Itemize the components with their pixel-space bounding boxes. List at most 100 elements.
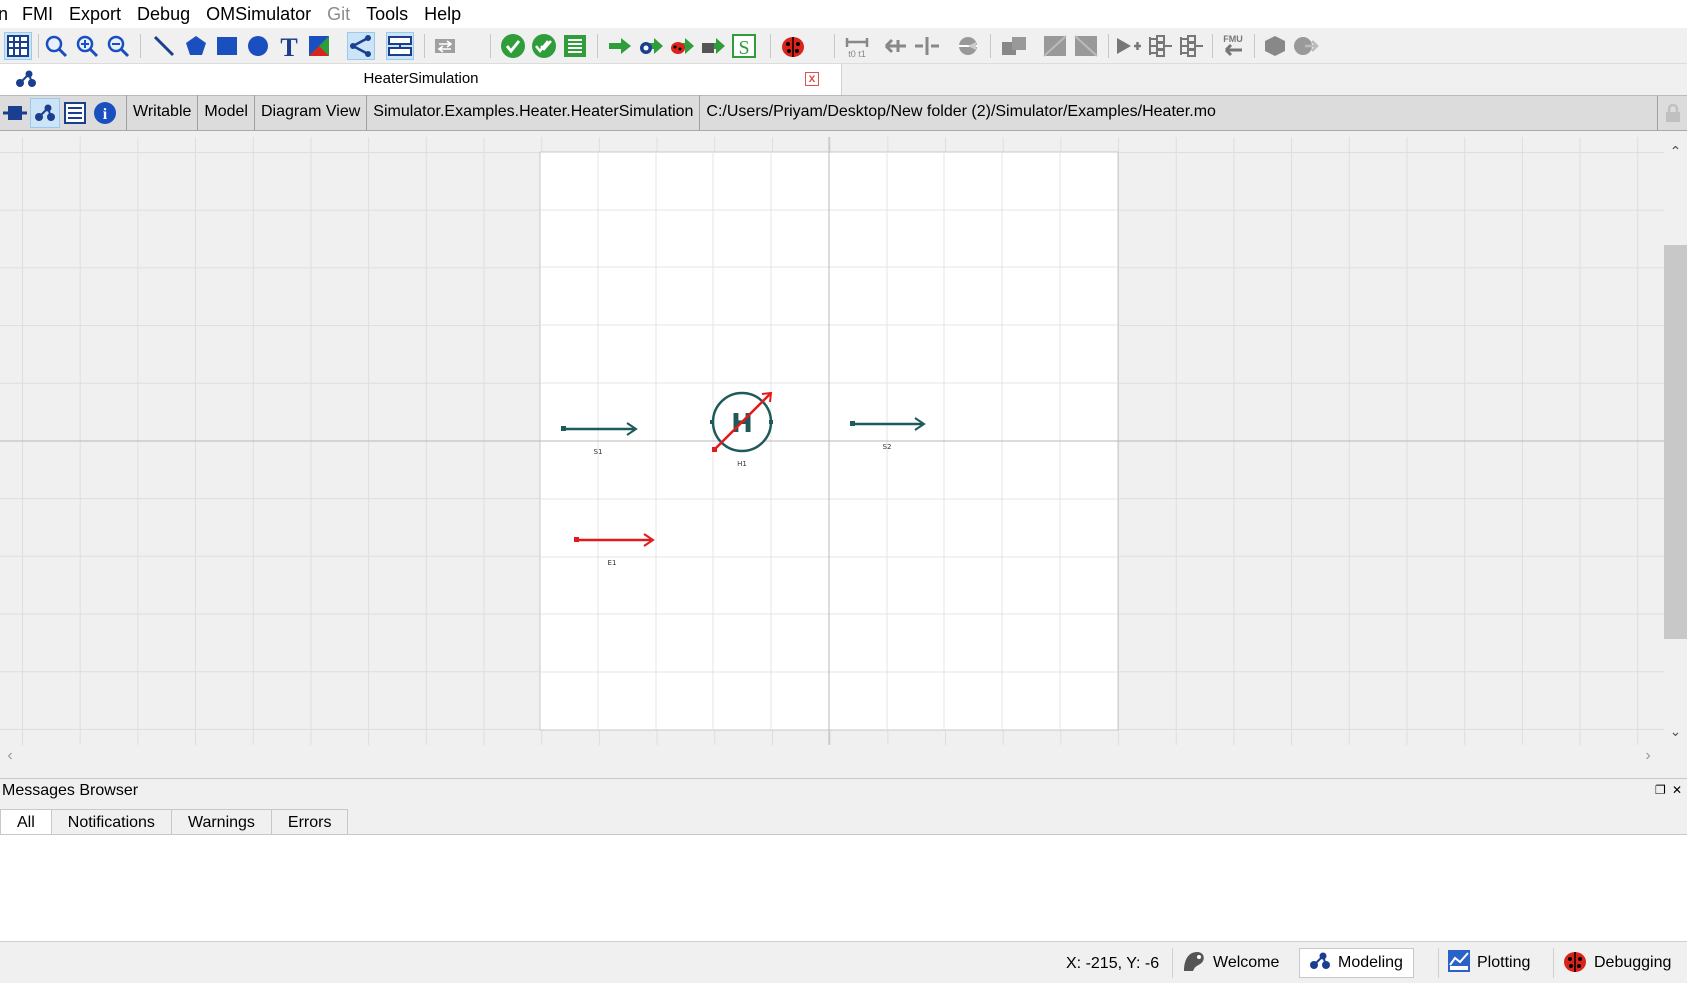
diagram-view-icon[interactable] (30, 98, 60, 128)
documentation-view-icon[interactable]: i (90, 98, 120, 128)
add-tlm-bus-icon[interactable] (1176, 32, 1204, 60)
connect-mode-icon[interactable] (347, 32, 375, 60)
perspective-plotting[interactable]: Plotting (1438, 948, 1540, 978)
menu-item-export[interactable]: Export (61, 0, 129, 28)
tab-notifications[interactable]: Notifications (50, 809, 172, 835)
view-type-label: Diagram View (253, 95, 366, 131)
component-label-h1: H1 (737, 460, 747, 468)
ellipse-icon[interactable] (244, 32, 272, 60)
scroll-right-icon[interactable]: › (1638, 745, 1658, 767)
instantiate-model-icon[interactable] (561, 32, 589, 60)
check-all-models-icon[interactable] (530, 32, 558, 60)
svg-text:S: S (738, 37, 749, 59)
connect-arrow-icon[interactable] (882, 32, 910, 60)
add-connector-icon[interactable] (1114, 32, 1142, 60)
tab-errors[interactable]: Errors (270, 809, 349, 835)
zoom-out-icon[interactable] (104, 32, 132, 60)
vertical-scroll-thumb[interactable] (1664, 245, 1687, 639)
model-info-bar: i Writable Model Diagram View Simulator.… (0, 95, 1687, 131)
menu-item-file-partial[interactable]: n (0, 0, 14, 28)
simulate-debug-icon[interactable] (668, 32, 696, 60)
perspective-label: Debugging (1594, 954, 1672, 971)
component-label-s1: S1 (594, 448, 603, 456)
perspective-debugging[interactable]: Debugging (1553, 948, 1681, 978)
lock-icon[interactable] (1657, 96, 1687, 130)
document-tab-bar: HeaterSimulation x (0, 64, 1687, 95)
svg-text:i: i (103, 106, 108, 123)
omedit-window: n FMI Export Debug OMSimulator Git Tools… (0, 0, 1687, 983)
tab-title: HeaterSimulation (363, 70, 479, 87)
bitmap-icon[interactable] (305, 32, 333, 60)
perspective-welcome[interactable]: Welcome (1172, 948, 1289, 978)
check-model-icon[interactable] (499, 32, 527, 60)
split-icon[interactable] (913, 32, 941, 60)
component-label-e1: E1 (608, 559, 617, 567)
restriction-label: Model (197, 95, 254, 131)
text-icon[interactable]: T (275, 32, 303, 60)
welcome-icon (1181, 949, 1207, 978)
export-fmu-icon[interactable] (1000, 32, 1028, 60)
menu-item-omsimulator[interactable]: OMSimulator (198, 0, 319, 28)
import-fmu-icon[interactable]: FMU (1218, 32, 1246, 60)
menu-item-tools[interactable]: Tools (358, 0, 416, 28)
transition-mode-icon[interactable] (386, 32, 414, 60)
edit-fmu-icon[interactable] (1072, 32, 1100, 60)
grid-icon[interactable] (4, 32, 32, 60)
t0-t1-icon[interactable]: t0 t1 (843, 32, 871, 60)
icon-view-icon[interactable] (0, 98, 30, 128)
rectangle-icon[interactable] (213, 32, 241, 60)
horizontal-scrollbar[interactable]: ‹ › (0, 745, 1664, 767)
scroll-left-icon[interactable]: ‹ (0, 745, 20, 767)
main-toolbar: T S t0 t1 FMU (0, 28, 1687, 64)
tab-all[interactable]: All (0, 809, 52, 836)
animation-icon[interactable] (954, 32, 982, 60)
messages-browser: Messages Browser ❐ ✕ All Notifications W… (0, 778, 1687, 942)
messages-tabs: All Notifications Warnings Errors (0, 809, 349, 836)
scroll-up-icon[interactable]: ⌃ (1664, 141, 1687, 161)
menu-item-git[interactable]: Git (319, 0, 358, 28)
simulate-algorithmic-debug-icon[interactable] (699, 32, 727, 60)
tab-heater-simulation[interactable]: HeaterSimulation x (0, 64, 842, 95)
model-path-label: Simulator.Examples.Heater.HeaterSimulati… (366, 95, 699, 131)
component-label-s2: S2 (883, 443, 892, 451)
svg-text:T: T (280, 34, 297, 58)
line-icon[interactable] (150, 32, 178, 60)
status-bar: X: -215, Y: -6 Welcome Modeling Plotting… (0, 941, 1687, 983)
add-bus-icon[interactable] (1145, 32, 1173, 60)
svg-text:FMU: FMU (1223, 34, 1243, 44)
messages-list[interactable] (0, 834, 1687, 942)
file-path-label: C:/Users/Priyam/Desktop/New folder (2)/S… (699, 95, 1222, 131)
zoom-reset-icon[interactable] (42, 32, 70, 60)
polygon-icon[interactable] (182, 32, 210, 60)
coordinate-extent (539, 151, 1119, 731)
perspective-modeling[interactable]: Modeling (1299, 948, 1414, 978)
ssp-import-icon[interactable] (1291, 32, 1319, 60)
close-icon[interactable]: x (805, 72, 819, 86)
diagram-canvas[interactable]: S1 H H1 S2 E1 (0, 137, 1664, 745)
menu-item-debug[interactable]: Debug (129, 0, 198, 28)
simulate-setup-icon[interactable] (637, 32, 665, 60)
messages-browser-title: Messages Browser (2, 782, 139, 799)
view-switcher: i (0, 95, 120, 131)
perspective-label: Welcome (1213, 954, 1280, 971)
cursor-coordinates: X: -215, Y: -6 (1066, 955, 1160, 972)
text-view-icon[interactable] (60, 98, 90, 128)
writable-status: Writable (126, 95, 197, 131)
tab-warnings[interactable]: Warnings (170, 809, 272, 835)
vertical-scrollbar[interactable]: ⌃ ⌄ (1664, 137, 1687, 745)
simulate-icon[interactable] (606, 32, 634, 60)
simulate-s-icon[interactable]: S (730, 32, 758, 60)
menu-item-fmi[interactable]: FMI (14, 0, 61, 28)
menu-item-help[interactable]: Help (416, 0, 469, 28)
close-icon[interactable]: ✕ (1672, 783, 1682, 797)
zoom-in-icon[interactable] (73, 32, 101, 60)
plotting-icon (1447, 949, 1471, 978)
float-icon[interactable]: ❐ (1655, 783, 1666, 797)
ssp-export-icon[interactable] (1261, 32, 1289, 60)
debug-dropdown-icon[interactable] (779, 32, 807, 60)
new-fmu-icon[interactable] (1041, 32, 1069, 60)
menu-bar: n FMI Export Debug OMSimulator Git Tools… (0, 0, 1687, 28)
scroll-down-icon[interactable]: ⌄ (1664, 721, 1687, 741)
swap-dropdown-icon[interactable] (433, 32, 461, 60)
diagram-svg: S1 H H1 S2 E1 (0, 137, 1664, 745)
